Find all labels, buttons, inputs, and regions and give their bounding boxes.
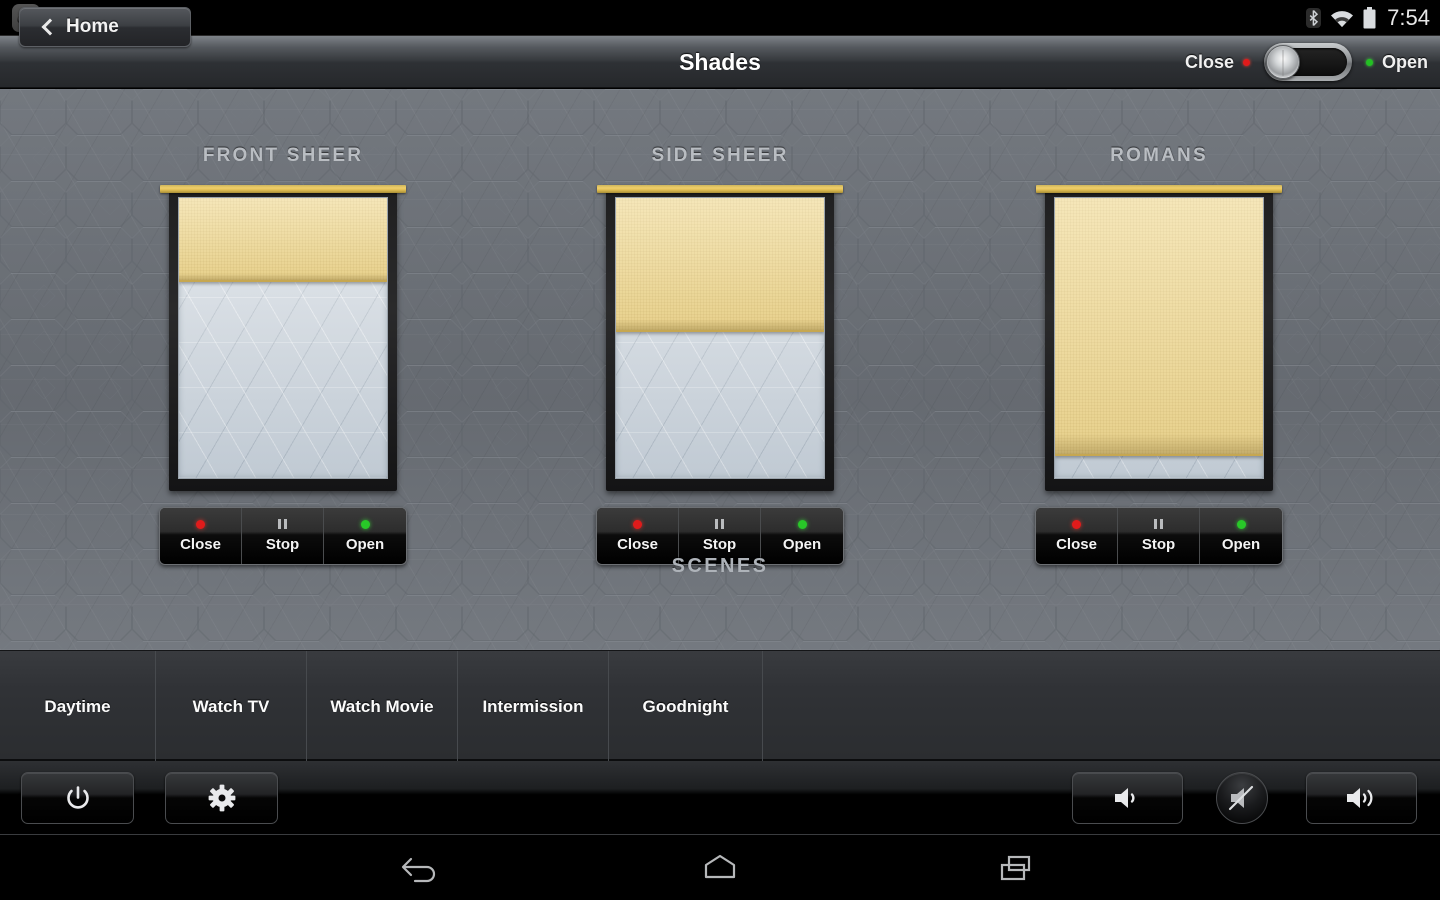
power-button[interactable] [21,772,134,824]
open-status-dot [1365,58,1373,66]
shades-control-screen: 7:54 Home Shades Close Open FRONT SHEER … [0,0,1440,900]
close-status-dot [1242,58,1250,66]
shade-control-label: Open [345,535,385,553]
status-clock: 7:54 [1387,5,1430,30]
main-content-area: FRONT SHEER Close Stop Open SIDE SHEER Close S… [0,89,1440,650]
gear-icon [208,784,235,812]
android-recents-icon [1000,855,1031,881]
android-back-icon [401,857,436,883]
shade-control-label: Close [617,535,658,553]
power-icon [66,786,89,809]
android-recents-button[interactable] [983,843,1053,893]
shade-panel: FRONT SHEER Close Stop Open [133,89,433,565]
shade-control-label: Stop [1141,536,1176,553]
master-shade-toggle-group: Close Open [1185,36,1428,88]
window-glass [615,197,825,479]
shade-panel: SIDE SHEER Close Stop Open [570,89,870,565]
shade-headrail [597,185,843,193]
shade-window-frame[interactable] [1045,189,1273,491]
close-indicator [633,519,642,529]
shade-control-label: Close [1056,535,1097,553]
android-back-button[interactable] [387,843,457,893]
shade-headrail [160,185,406,193]
shades-row: FRONT SHEER Close Stop Open SIDE SHEER Close S… [0,89,1440,589]
shade-window-frame[interactable] [606,189,834,491]
mute-button[interactable] [1216,772,1268,824]
shade-control-label: Stop [265,536,300,553]
shade-headrail [1036,185,1282,193]
shade-name-label: ROMANS [1110,145,1208,166]
scene-button[interactable]: Watch Movie [307,651,458,762]
bottom-toolbar [0,761,1440,835]
master-close-label: Close [1184,51,1234,72]
shade-control-label: Close [180,535,221,553]
android-home-button[interactable] [685,843,755,893]
shade-fabric[interactable] [1055,198,1263,456]
pause-indicator [715,519,724,529]
volume-mute-icon [1228,785,1254,811]
toggle-knob[interactable] [1265,45,1300,79]
volume-down-button[interactable] [1072,772,1183,824]
android-home-icon [704,854,736,879]
scene-label: Watch Movie [330,696,434,716]
scene-button[interactable]: Goodnight [609,651,763,762]
android-nav-bar [0,836,1440,900]
window-glass [178,197,388,479]
volume-up-button[interactable] [1306,772,1417,824]
scene-label: Intermission [482,696,584,716]
scenes-empty-area [763,651,1440,762]
bluetooth-icon [1306,8,1322,28]
shade-window-frame[interactable] [169,189,397,491]
scene-label: Daytime [44,696,111,716]
scene-button[interactable]: Watch TV [156,651,307,762]
scene-label: Goodnight [642,696,729,716]
master-toggle-switch[interactable] [1263,43,1352,81]
shade-name-label: SIDE SHEER [651,145,789,166]
pause-indicator [1154,519,1163,529]
shade-control-label: Stop [702,536,737,553]
settings-button[interactable] [165,772,278,824]
status-bar-icons: 7:54 [1306,0,1430,36]
shade-fabric[interactable] [616,198,824,333]
battery-icon [1363,7,1376,29]
chevron-left-icon [41,18,59,36]
shade-panel: ROMANS Close Stop Open [1009,89,1309,565]
shade-control-label: Open [782,535,822,553]
scene-label: Watch TV [192,696,270,716]
volume-down-icon [1114,788,1134,808]
scenes-bar: Daytime Watch TV Watch Movie Intermission Go… [0,650,1440,762]
scene-button[interactable]: Intermission [458,651,609,762]
scenes-heading: SCENES [671,555,769,577]
shade-fabric[interactable] [179,198,387,282]
close-indicator [1072,519,1081,529]
master-open-label: Open [1381,51,1428,72]
shade-name-label: FRONT SHEER [202,145,364,166]
back-home-label: Home [66,16,119,37]
close-indicator [196,519,205,529]
wifi-icon [1331,10,1354,27]
open-indicator [360,519,370,529]
open-indicator [1236,519,1246,529]
scene-button[interactable]: Daytime [0,651,156,762]
pause-indicator [278,519,287,529]
back-home-button[interactable]: Home [19,7,191,47]
android-status-bar: 7:54 [0,0,1440,36]
window-glass [1054,197,1264,479]
volume-up-icon [1346,788,1372,808]
open-indicator [797,519,807,529]
shade-control-label: Open [1221,535,1261,553]
